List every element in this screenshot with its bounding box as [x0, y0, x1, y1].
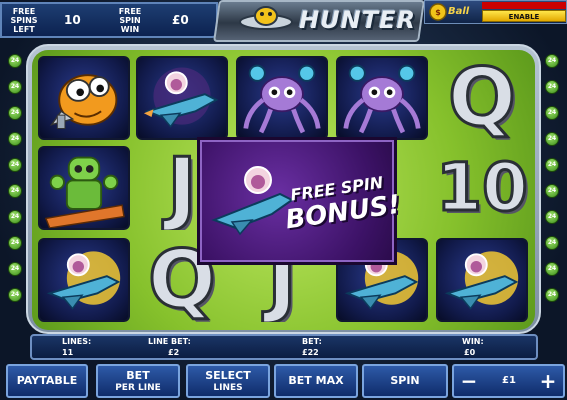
line-marker[interactable]: 24 — [8, 236, 22, 250]
svg-text:$: $ — [435, 8, 441, 17]
free-spin-bonus-popup: FREE SPIN BONUS! — [197, 137, 402, 265]
stake-increase-button[interactable]: + — [539, 368, 557, 394]
paytable-label: PAYTABLE — [16, 374, 78, 387]
win-label: WIN: — [462, 337, 484, 346]
reel-symbol-10: 10 — [436, 146, 528, 230]
robot-fish-icon — [49, 74, 118, 129]
free-spins-label-line2: SPINS — [10, 16, 38, 25]
free-spins-left-label: FREE SPINS LEFT — [6, 7, 42, 34]
line-marker[interactable]: 24 — [545, 184, 559, 198]
select-lines-sublabel: LINES — [213, 383, 243, 393]
bet-value: £22 — [302, 348, 319, 357]
alien-ship-icon — [444, 251, 519, 310]
line-marker[interactable]: 24 — [545, 132, 559, 146]
free-spins-left-value: 10 — [64, 13, 81, 27]
reel-symbol-alien-ship — [38, 238, 130, 322]
lines-value: 11 — [62, 348, 74, 357]
bet-max-label: BET MAX — [288, 374, 344, 387]
reel-symbol-green-robot — [38, 146, 130, 230]
q-symbol-glyph: Q — [446, 56, 517, 140]
free-spin-win-label: FREE SPIN WIN — [112, 7, 148, 34]
line-marker[interactable]: 24 — [545, 106, 559, 120]
select-lines-button[interactable]: SELECT LINES — [186, 364, 270, 398]
win-value: £0 — [464, 348, 476, 357]
line-marker[interactable]: 24 — [8, 288, 22, 302]
spin-label: SPIN — [390, 374, 420, 387]
line-marker[interactable]: 24 — [545, 236, 559, 250]
bonus-ball-label: Ball — [448, 6, 470, 17]
line-marker[interactable]: 24 — [8, 210, 22, 224]
free-spins-label-line3: LEFT — [13, 25, 35, 34]
reel-symbol-purple-spider — [336, 56, 428, 140]
info-bar: LINES: 11 LINE BET: £2 BET: £22 WIN: £0 — [30, 334, 538, 360]
free-spin-win-label-line2: SPIN — [119, 16, 141, 25]
line-marker[interactable]: 24 — [545, 262, 559, 276]
alien-ship-icon — [143, 67, 219, 128]
reel-symbol-purple-spider — [236, 56, 328, 140]
line-marker[interactable]: 24 — [545, 158, 559, 172]
enable-button[interactable]: ENABLE — [482, 10, 566, 22]
game-screen: FREE SPINS LEFT 10 FREE SPIN WIN £0 HUNT… — [0, 0, 567, 400]
reel-symbol-alien-ship — [436, 238, 528, 322]
bet-per-line-button[interactable]: BET PER LINE — [96, 364, 180, 398]
stake-decrease-button[interactable]: − — [460, 368, 478, 394]
lines-label: LINES: — [62, 337, 92, 346]
line-marker[interactable]: 24 — [8, 132, 22, 146]
line-marker[interactable]: 24 — [8, 80, 22, 94]
paytable-button[interactable]: PAYTABLE — [6, 364, 88, 398]
line-marker[interactable]: 24 — [545, 54, 559, 68]
free-spin-win-value: £0 — [172, 13, 189, 27]
free-spins-label-line1: FREE — [12, 7, 36, 16]
purple-spider-icon — [243, 64, 321, 134]
stake-value: £1 — [502, 375, 516, 386]
line-marker[interactable]: 24 — [545, 80, 559, 94]
line-bet-value: £2 — [168, 348, 180, 357]
green-robot-icon — [44, 156, 125, 228]
purple-spider-icon — [343, 64, 421, 134]
free-spin-win-label-line1: FREE — [118, 7, 142, 16]
bet-label: BET: — [302, 337, 322, 346]
free-spins-panel: FREE SPINS LEFT 10 FREE SPIN WIN £0 — [0, 2, 218, 38]
spin-button[interactable]: SPIN — [362, 364, 448, 398]
game-title: HUNTER — [299, 6, 416, 34]
line-marker[interactable]: 24 — [8, 184, 22, 198]
reel-symbol-q: Q — [436, 56, 528, 140]
stake-selector: − £1 + — [452, 364, 565, 398]
alien-ship-icon — [46, 251, 121, 310]
bet-per-line-label: BET — [126, 369, 150, 382]
line-marker[interactable]: 24 — [545, 210, 559, 224]
line-marker[interactable]: 24 — [8, 158, 22, 172]
bonus-text: FREE SPIN BONUS! — [281, 173, 402, 236]
line-marker[interactable]: 24 — [8, 54, 22, 68]
bet-max-button[interactable]: BET MAX — [274, 364, 358, 398]
line-bet-label: LINE BET: — [148, 337, 191, 346]
line-marker[interactable]: 24 — [8, 106, 22, 120]
select-lines-label: SELECT — [205, 369, 251, 382]
top-bar: FREE SPINS LEFT 10 FREE SPIN WIN £0 HUNT… — [0, 0, 567, 42]
jackpot-strip — [482, 2, 566, 9]
line-marker[interactable]: 24 — [8, 262, 22, 276]
bet-per-line-sublabel: PER LINE — [115, 383, 161, 393]
free-spin-win-label-line3: WIN — [120, 25, 140, 34]
ten-symbol-glyph: 10 — [436, 148, 528, 228]
reel-symbol-alien-ship — [136, 56, 228, 140]
reel-symbol-robot-fish — [38, 56, 130, 140]
line-marker[interactable]: 24 — [545, 288, 559, 302]
